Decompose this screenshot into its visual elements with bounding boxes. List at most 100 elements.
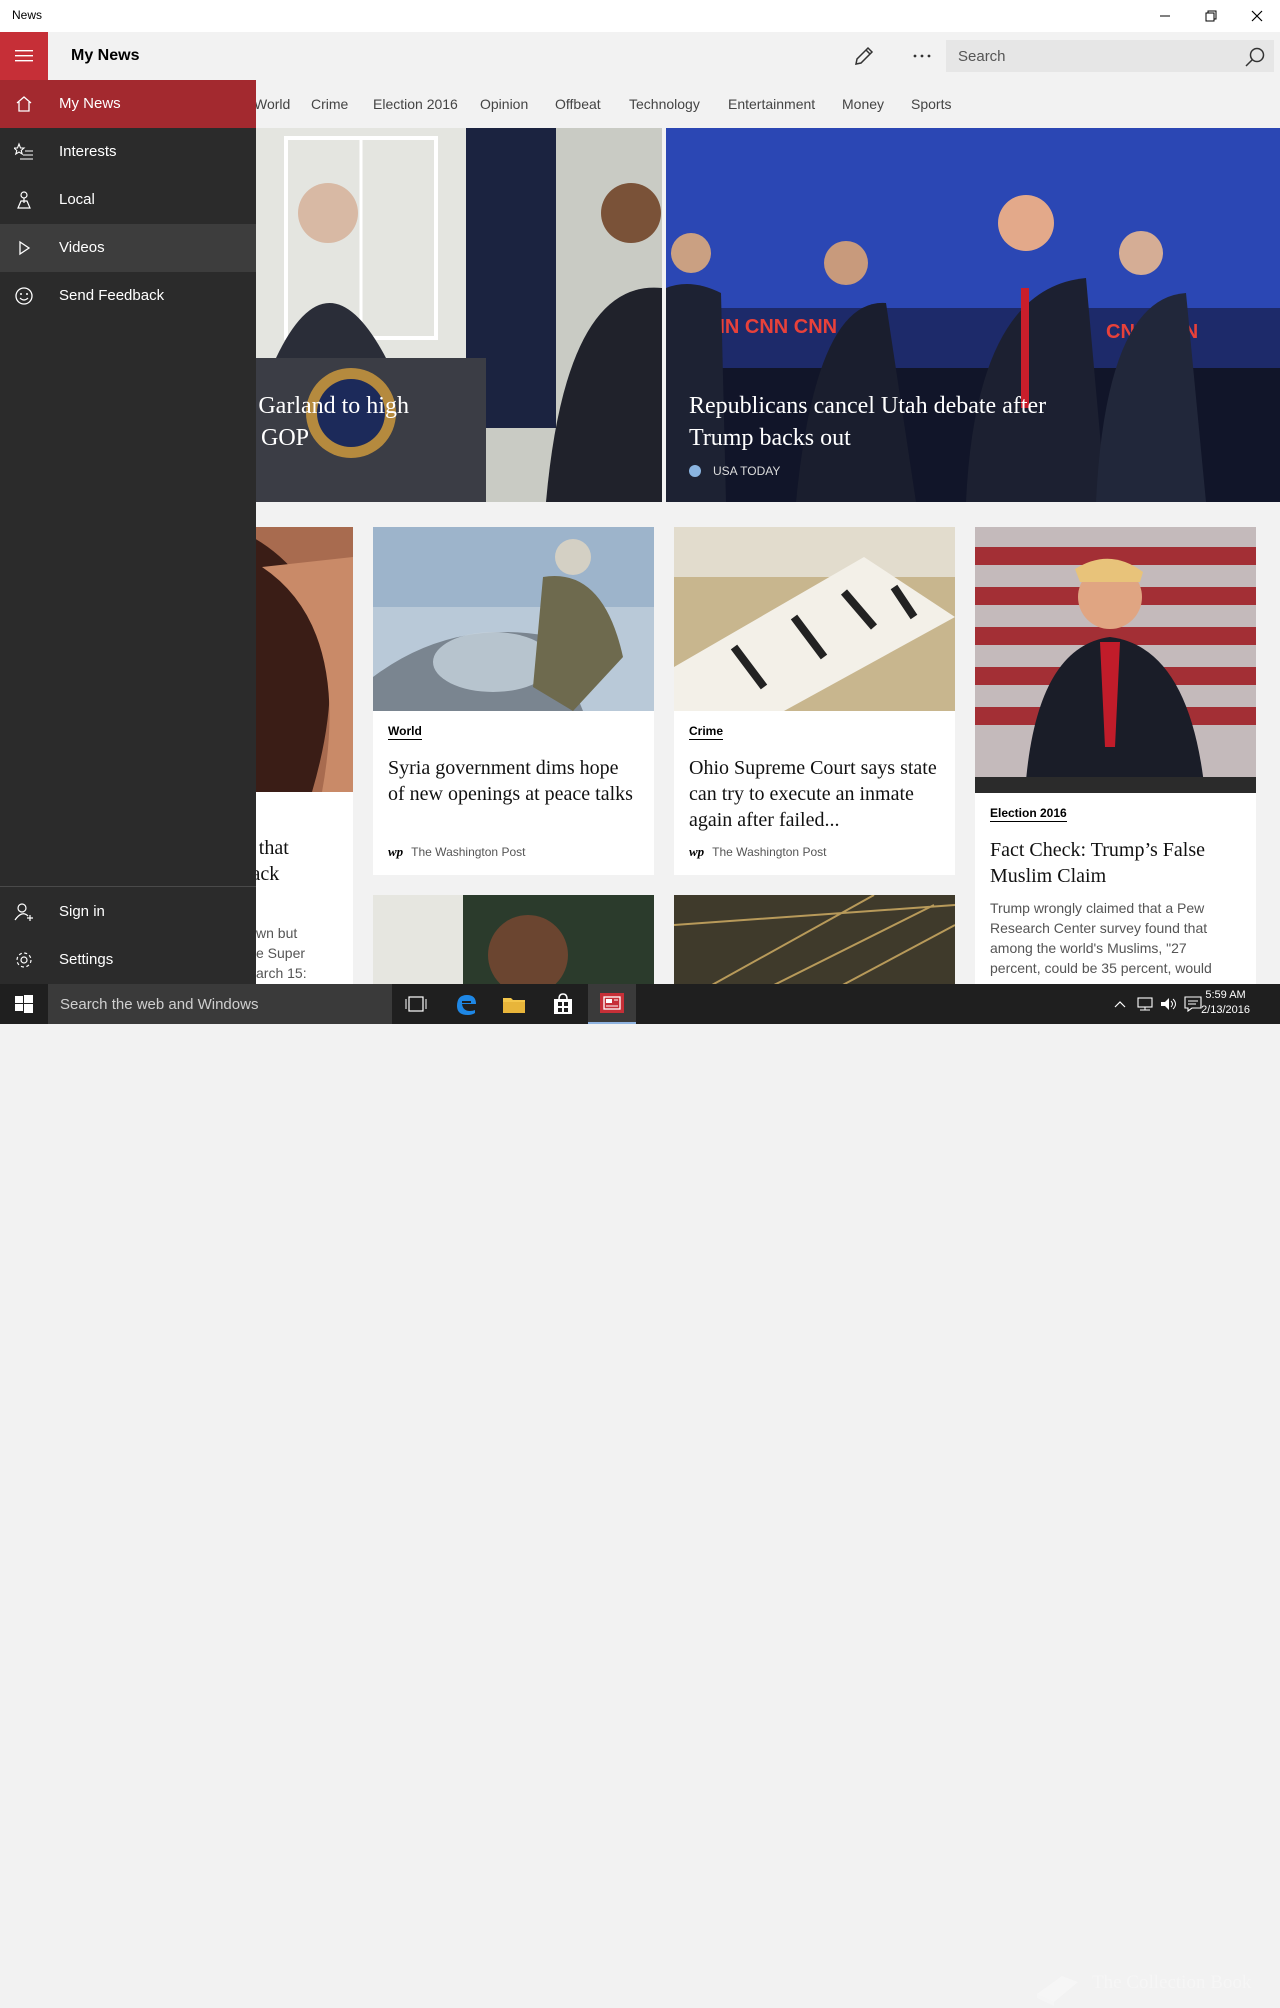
tab-offbeat[interactable]: Offbeat: [555, 96, 601, 112]
hero-title-line: s Garland to high: [256, 393, 409, 419]
taskbar-search[interactable]: [48, 984, 392, 1024]
watermark-text: The Collection Book: [1092, 1972, 1252, 1993]
window-title: News: [12, 8, 43, 22]
more-options-button[interactable]: [906, 42, 938, 70]
card-summary: Trump wrongly claimed that a Pew Researc…: [990, 900, 1212, 976]
nav-item-label: Local: [59, 191, 95, 208]
pencil-icon: [855, 46, 874, 65]
clock-date: 2/13/2016: [1201, 1004, 1250, 1016]
card-category[interactable]: Crime: [689, 724, 724, 740]
gear-icon: [16, 952, 32, 968]
card-photo-obama: [373, 895, 654, 984]
clock-time: 5:59 AM: [1205, 989, 1246, 1001]
title-bar: News: [0, 0, 1280, 32]
start-button[interactable]: [0, 984, 48, 1024]
news-card-syria[interactable]: World Syria government dims hope of new …: [373, 527, 654, 875]
close-icon: [1251, 10, 1263, 22]
network-tray-button[interactable]: [1134, 984, 1156, 1024]
tab-sports[interactable]: Sports: [911, 96, 951, 112]
volume-icon: [1161, 998, 1176, 1010]
hamburger-menu-button[interactable]: [0, 32, 48, 80]
taskbar-clock[interactable]: 5:59 AM 2/13/2016: [1201, 988, 1250, 1018]
tab-crime[interactable]: Crime: [311, 96, 348, 112]
hero-title-line: Trump backs out: [689, 425, 851, 451]
card-headline: Fact Check: Trump’s False Muslim Claim: [990, 839, 1206, 887]
category-tabs: World Crime Election 2016 Opinion Offbea…: [254, 80, 1280, 128]
smiley-icon: [15, 287, 33, 305]
hero-title-garland: s Garland to high g GOP: [256, 390, 409, 454]
hero-source-label: USA TODAY: [713, 464, 781, 478]
hero-source: USA TODAY: [689, 464, 780, 478]
hero-title-line: g GOP: [256, 425, 310, 451]
tab-money[interactable]: Money: [842, 96, 884, 112]
card-category[interactable]: Election 2016: [990, 806, 1067, 822]
volume-tray-button[interactable]: [1158, 984, 1180, 1024]
search-box[interactable]: [946, 40, 1274, 72]
task-view-button[interactable]: [392, 984, 440, 1024]
washington-post-logo-icon: wp: [388, 844, 404, 859]
minimize-button[interactable]: [1142, 0, 1188, 32]
person-add-icon: [14, 903, 33, 921]
windows-logo-icon: [15, 995, 33, 1013]
action-center-icon: [1184, 996, 1202, 1012]
usa-today-logo-icon: [689, 465, 701, 477]
app-header: My News: [0, 32, 1280, 80]
task-view-icon: [405, 996, 427, 1012]
watermark: The Collection Book: [1030, 1968, 1280, 2008]
card-summary-partial: wn but e Super arch 15:: [256, 923, 353, 983]
card-category[interactable]: World: [388, 724, 422, 740]
nav-item-local[interactable]: Local: [0, 176, 256, 224]
card-photo-syria: [373, 527, 654, 711]
tab-entertainment[interactable]: Entertainment: [728, 96, 815, 112]
more-icon: [913, 54, 931, 58]
edge-browser-button[interactable]: [442, 984, 490, 1024]
headline-line: s that: [246, 837, 289, 859]
folder-icon: [503, 998, 525, 1013]
search-icon[interactable]: [1244, 46, 1266, 68]
card-source-label: The Washington Post: [411, 845, 526, 859]
card-source: wp The Washington Post: [689, 844, 826, 860]
nav-item-label: Sign in: [59, 903, 105, 920]
chevron-up-icon: [1114, 1001, 1126, 1008]
news-card-sculpture[interactable]: [674, 895, 955, 984]
nav-item-label: My News: [59, 95, 121, 112]
tab-technology[interactable]: Technology: [629, 96, 700, 112]
tab-election-2016[interactable]: Election 2016: [373, 96, 458, 112]
file-explorer-button[interactable]: [490, 984, 538, 1024]
hamburger-icon: [15, 50, 33, 62]
nav-item-my-news[interactable]: My News: [0, 80, 256, 128]
news-card-obama[interactable]: [373, 895, 654, 984]
store-button[interactable]: [539, 984, 587, 1024]
card-headline: Ohio Supreme Court says state can try to…: [689, 757, 937, 831]
tab-world[interactable]: World: [254, 96, 290, 112]
news-card-ohio[interactable]: Crime Ohio Supreme Court says state can …: [674, 527, 955, 875]
headline-line: lack: [246, 863, 280, 885]
close-button[interactable]: [1234, 0, 1280, 32]
card-photo-trump: [975, 527, 1256, 793]
hero-story-garland[interactable]: s Garland to high g GOP: [256, 128, 662, 502]
card-headline-partial: s that lack: [246, 835, 353, 887]
minimize-icon: [1160, 15, 1170, 17]
nav-item-settings[interactable]: Settings: [0, 936, 256, 984]
edit-button[interactable]: [848, 42, 880, 70]
restore-button[interactable]: [1188, 0, 1234, 32]
news-card-fact-check[interactable]: Election 2016 Fact Check: Trump’s False …: [975, 527, 1256, 984]
show-hidden-icons-button[interactable]: [1110, 984, 1130, 1024]
hero-title-line: Republicans cancel Utah debate after: [689, 393, 1047, 419]
nav-item-label: Interests: [59, 143, 117, 160]
news-app-button[interactable]: [588, 984, 636, 1024]
nav-item-send-feedback[interactable]: Send Feedback: [0, 272, 256, 320]
nav-item-interests[interactable]: Interests: [0, 128, 256, 176]
hero-title-utah-debate: Republicans cancel Utah debate after Tru…: [689, 390, 1046, 454]
edge-icon: [457, 995, 476, 1015]
nav-item-videos[interactable]: Videos: [0, 224, 256, 272]
hero-story-utah-debate[interactable]: CNN CNN CNN CNN CNN Republicans cancel U…: [666, 128, 1280, 502]
summary-line: arch 15:: [256, 965, 307, 981]
summary-line: wn but: [256, 925, 298, 941]
tab-opinion[interactable]: Opinion: [480, 96, 528, 112]
book-watermark-icon: [1037, 1976, 1078, 2006]
nav-item-sign-in[interactable]: Sign in: [0, 888, 256, 936]
restore-icon: [1205, 10, 1217, 22]
taskbar-search-input[interactable]: [48, 984, 392, 1024]
search-input[interactable]: [946, 40, 1236, 72]
